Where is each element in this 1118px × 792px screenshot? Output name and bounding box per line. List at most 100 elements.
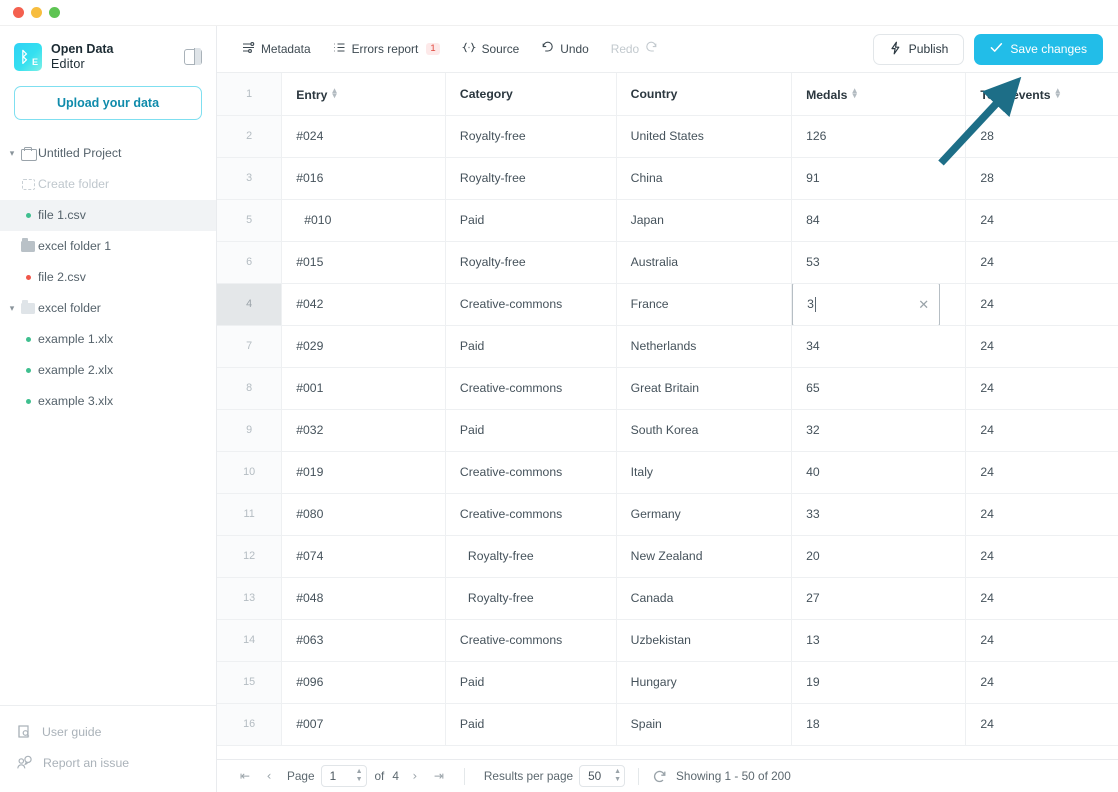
column-header-medals[interactable]: Medals▴▾ [792,73,966,115]
row-number-cell[interactable]: 3 [217,157,282,199]
cell-category[interactable]: Creative-commons [445,451,616,493]
table-row[interactable]: 3#016Royalty-freeChina9128Washington DC [217,157,1118,199]
table-row[interactable]: 13#048Royalty-freeCanada2724Toronto [217,577,1118,619]
row-number-cell[interactable]: 10 [217,451,282,493]
page-first-button[interactable]: ⇤ [233,764,257,788]
cell-medals[interactable]: 32 [792,409,966,451]
cell-medals-editing[interactable]: 3✕ [792,283,966,325]
cell-total-events[interactable]: 24 [966,283,1118,325]
tree-item-untitled-project[interactable]: ▾ Untitled Project [0,138,216,169]
table-row[interactable]: 6#015Royalty-freeAustralia5324Canberra [217,241,1118,283]
page-number-stepper[interactable]: 1 ▲▼ [321,765,367,787]
row-number-cell[interactable]: 7 [217,325,282,367]
cell-total-events[interactable]: 24 [966,493,1118,535]
row-number-cell[interactable]: 8 [217,367,282,409]
tree-item-example-1-xlx[interactable]: ▾ example 1.xlx [0,324,216,355]
row-number-cell[interactable]: 9 [217,409,282,451]
tree-item-file-1-csv[interactable]: ▾ file 1.csv [0,200,216,231]
metadata-button[interactable]: Metadata [231,34,322,64]
cell-entry[interactable]: #080 [282,493,446,535]
cell-total-events[interactable]: 24 [966,451,1118,493]
results-per-page-value[interactable]: 50 [588,769,608,783]
cell-entry[interactable]: #096 [282,661,446,703]
row-number-cell[interactable]: 5 [217,199,282,241]
column-header-country[interactable]: Country [616,73,791,115]
cell-medals[interactable]: 91 [792,157,966,199]
cell-country[interactable]: United States [616,115,791,157]
cell-medals[interactable]: 18 [792,703,966,745]
report-issue-link[interactable]: Report an issue [0,747,216,778]
results-per-page-stepper[interactable]: 50 ▲▼ [579,765,625,787]
table-row[interactable]: 10#019Creative-commonsItaly4024Rome [217,451,1118,493]
cell-editor[interactable]: 3✕ [792,283,940,325]
cell-total-events[interactable]: 28 [966,115,1118,157]
cell-country[interactable]: China [616,157,791,199]
row-number-cell[interactable]: 2 [217,115,282,157]
cell-entry[interactable]: #063 [282,619,446,661]
publish-button[interactable]: Publish [873,34,965,65]
cell-country[interactable]: Italy [616,451,791,493]
cell-medals[interactable]: 65 [792,367,966,409]
refresh-icon[interactable] [652,769,667,784]
cell-category[interactable]: Creative-commons [445,283,616,325]
column-header-entry[interactable]: Entry▴▾ [282,73,446,115]
cell-category[interactable]: Royalty-free [445,241,616,283]
cell-category[interactable]: Creative-commons [445,367,616,409]
cell-category[interactable]: Paid [445,661,616,703]
cell-total-events[interactable]: 24 [966,661,1118,703]
cell-entry[interactable]: #042 [282,283,446,325]
cell-total-events[interactable]: 24 [966,535,1118,577]
cell-country[interactable]: Canada [616,577,791,619]
source-button[interactable]: Source [451,34,531,64]
table-row[interactable]: 12#074Royalty-freeNew Zealand2024Welling… [217,535,1118,577]
window-maximize-button[interactable] [49,7,60,18]
tree-item-create-folder[interactable]: ▾ Create folder [0,169,216,200]
table-row[interactable]: 9#032PaidSouth Korea3224Seoul [217,409,1118,451]
close-icon[interactable]: ✕ [918,298,929,311]
cell-country[interactable]: Germany [616,493,791,535]
undo-button[interactable]: Undo [530,34,599,64]
chevron-down-icon[interactable]: ▾ [6,293,18,324]
cell-country[interactable]: South Korea [616,409,791,451]
cell-category[interactable]: Creative-commons [445,493,616,535]
table-row[interactable]: 2#024Royalty-freeUnited States12628Beiji… [217,115,1118,157]
cell-medals[interactable]: 34 [792,325,966,367]
column-header-total-events[interactable]: Total events▴▾ [966,73,1118,115]
table-row[interactable]: 16#007PaidSpain1824Madrid [217,703,1118,745]
sort-icon[interactable]: ▴▾ [852,86,856,96]
page-prev-button[interactable]: ‹ [257,764,281,788]
cell-country[interactable]: France [616,283,791,325]
cell-category[interactable]: Royalty-free [445,535,616,577]
row-number-cell[interactable]: 13 [217,577,282,619]
cell-total-events[interactable]: 24 [966,577,1118,619]
cell-total-events[interactable]: 24 [966,325,1118,367]
cell-entry[interactable]: #029 [282,325,446,367]
cell-total-events[interactable]: 24 [966,703,1118,745]
row-number-cell[interactable]: 14 [217,619,282,661]
tree-item-excel-folder[interactable]: ▾ excel folder [0,293,216,324]
cell-medals[interactable]: 27 [792,577,966,619]
cell-entry[interactable]: #015 [282,241,446,283]
row-number-cell[interactable]: 4 [217,283,282,325]
window-close-button[interactable] [13,7,24,18]
cell-medals[interactable]: 20 [792,535,966,577]
table-row[interactable]: 11#080Creative-commonsGermany3324Frankfu… [217,493,1118,535]
cell-country[interactable]: Australia [616,241,791,283]
data-grid-container[interactable]: 1 Entry▴▾ Category Country Meda [217,73,1118,759]
page-next-button[interactable]: › [403,764,427,788]
user-guide-link[interactable]: User guide [0,716,216,747]
cell-entry[interactable]: #001 [282,367,446,409]
tree-item-file-2-csv[interactable]: ▾ file 2.csv [0,262,216,293]
cell-category[interactable]: Royalty-free [445,115,616,157]
cell-medals[interactable]: 33 [792,493,966,535]
table-row[interactable]: 15#096PaidHungary1924Budapest [217,661,1118,703]
table-row[interactable]: 7#029PaidNetherlands3424Amsterdam [217,325,1118,367]
cell-country[interactable]: Netherlands [616,325,791,367]
cell-medals[interactable]: 13 [792,619,966,661]
cell-entry[interactable]: #010 [282,199,446,241]
cell-category[interactable]: Royalty-free [445,157,616,199]
cell-country[interactable]: New Zealand [616,535,791,577]
tree-item-example-3-xlx[interactable]: ▾ example 3.xlx [0,386,216,417]
page-number-value[interactable]: 1 [330,769,350,783]
cell-medals[interactable]: 53 [792,241,966,283]
